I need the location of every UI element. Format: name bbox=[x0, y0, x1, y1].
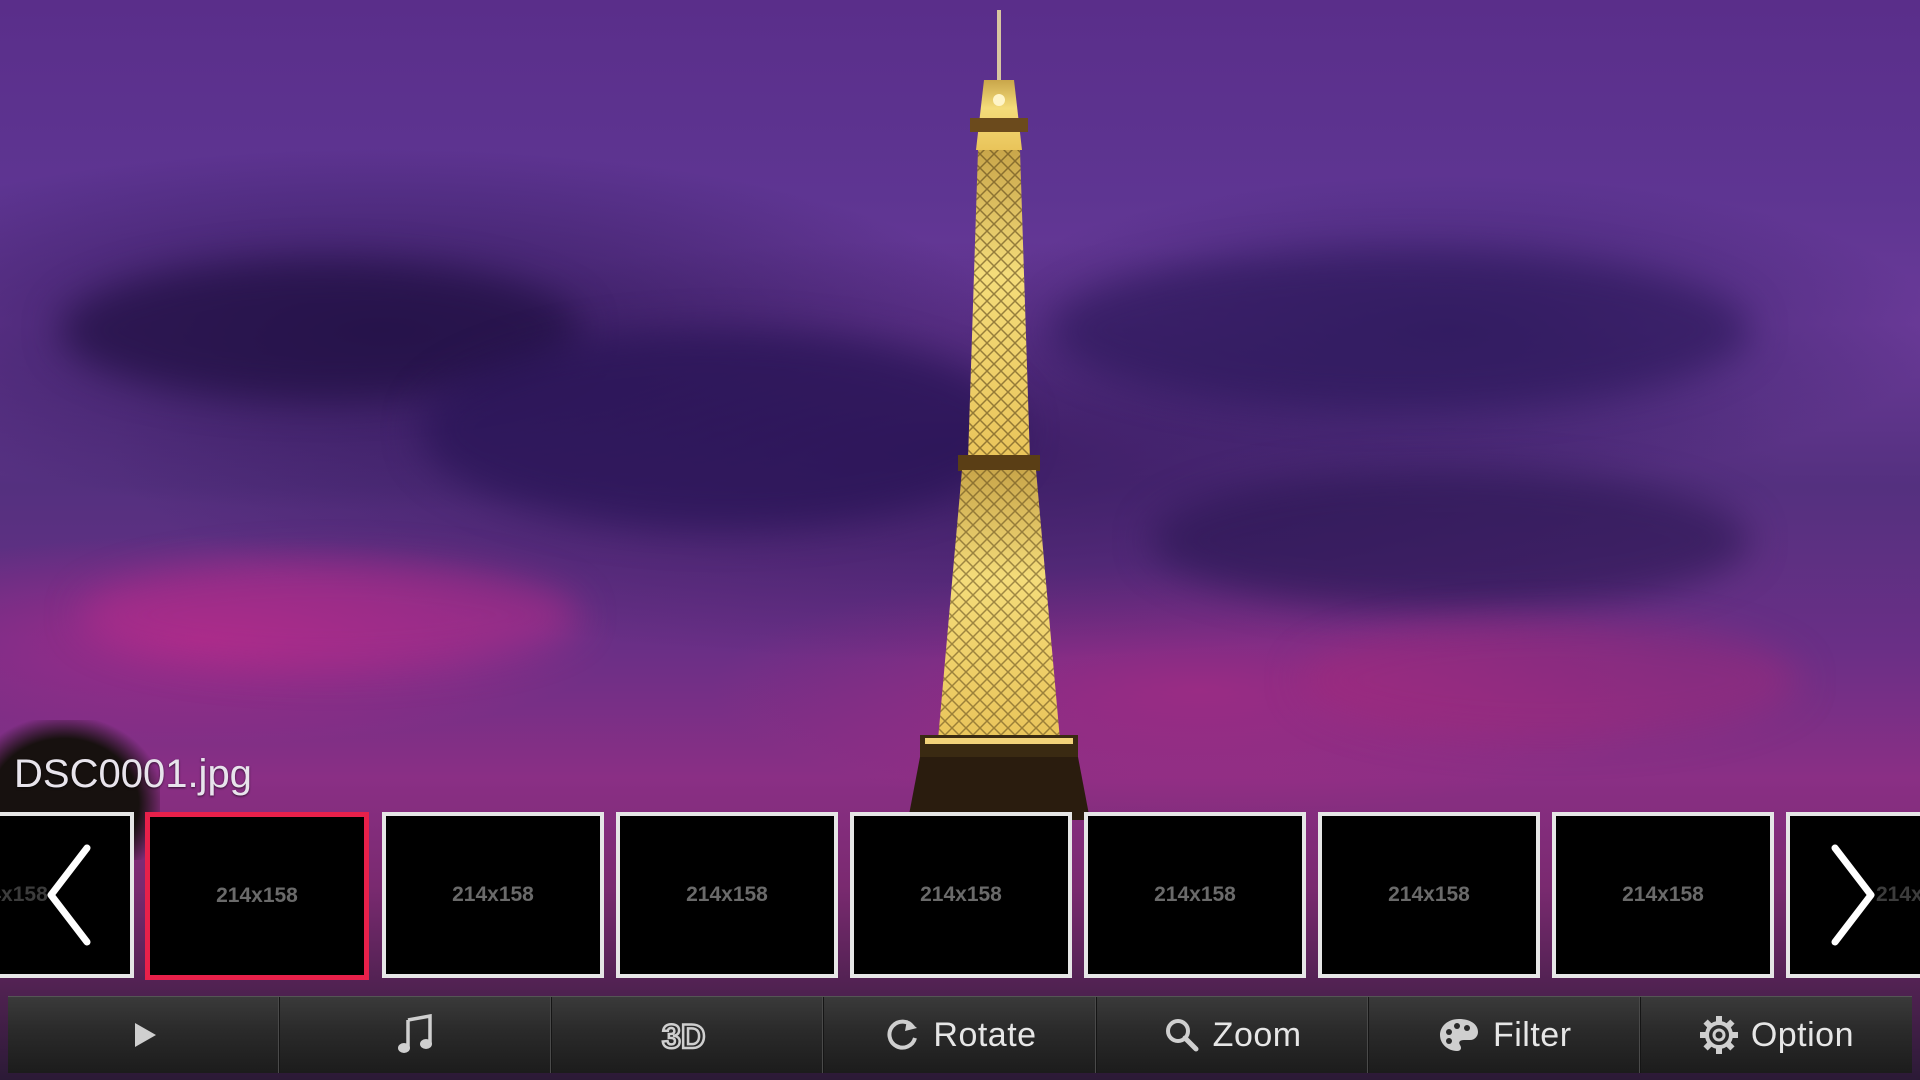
chevron-right-icon bbox=[1831, 844, 1875, 946]
rotate-icon bbox=[883, 1016, 921, 1054]
thumbnail-3[interactable]: 214x158 bbox=[616, 812, 838, 978]
thumbnail-label: 214x158 bbox=[920, 883, 1002, 906]
play-icon bbox=[129, 1020, 159, 1050]
thumbnail-6[interactable]: 214x158 bbox=[1318, 812, 1540, 978]
option-label: Option bbox=[1750, 1015, 1854, 1054]
thumbnail-label: 214x158 bbox=[1154, 883, 1236, 906]
3d-icon: 3D bbox=[660, 1015, 716, 1055]
file-name: DSC0001.jpg bbox=[14, 752, 252, 796]
music-button[interactable] bbox=[280, 997, 553, 1073]
thumbnail-label: 214x158 bbox=[452, 883, 534, 906]
thumbnail-5[interactable]: 214x158 bbox=[1084, 812, 1306, 978]
zoom-label: Zoom bbox=[1212, 1015, 1302, 1054]
thumbnail-label: 214x158 bbox=[686, 883, 768, 906]
zoom-button[interactable]: Zoom bbox=[1097, 997, 1369, 1073]
music-note-icon bbox=[396, 1014, 436, 1056]
svg-text:3D: 3D bbox=[662, 1018, 705, 1055]
thumbnail-label: 214x158 bbox=[1622, 883, 1704, 906]
filter-label: Filter bbox=[1492, 1015, 1572, 1054]
gear-icon bbox=[1699, 1015, 1739, 1055]
rotate-button[interactable]: Rotate bbox=[824, 997, 1097, 1073]
previous-arrow-button[interactable]: 214x158 bbox=[0, 812, 134, 978]
thumbnail-strip: 214x158 214x158 214x158 214x158 214x158 … bbox=[0, 812, 1920, 980]
thumbnail-2[interactable]: 214x158 bbox=[382, 812, 604, 978]
rotate-label: Rotate bbox=[933, 1015, 1037, 1054]
palette-icon bbox=[1437, 1016, 1481, 1054]
chevron-left-icon bbox=[47, 844, 91, 946]
thumbnail-label: 214x158 bbox=[1388, 883, 1470, 906]
control-toolbar: 3D Rotate Zoom Filter Option bbox=[8, 996, 1912, 1073]
magnifier-icon bbox=[1163, 1016, 1201, 1054]
3d-button[interactable]: 3D bbox=[552, 997, 825, 1073]
thumbnail-label: 214x158 bbox=[216, 884, 298, 907]
next-arrow-button[interactable]: 214x158 bbox=[1786, 812, 1920, 978]
option-button[interactable]: Option bbox=[1641, 997, 1912, 1073]
filter-button[interactable]: Filter bbox=[1369, 997, 1641, 1073]
thumbnail-4[interactable]: 214x158 bbox=[850, 812, 1072, 978]
thumbnail-1[interactable]: 214x158 bbox=[145, 812, 369, 980]
thumbnail-7[interactable]: 214x158 bbox=[1552, 812, 1774, 978]
play-button[interactable] bbox=[8, 997, 281, 1073]
